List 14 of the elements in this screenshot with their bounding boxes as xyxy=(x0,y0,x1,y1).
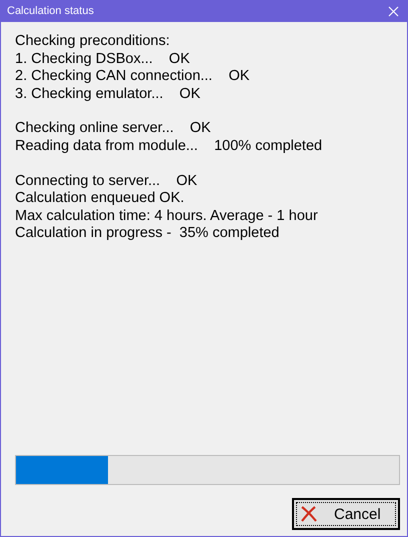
window-title: Calculation status xyxy=(7,5,94,17)
status-line: Reading data from module... 100% completed xyxy=(15,138,324,156)
status-line: 3. Checking emulator... OK xyxy=(15,86,202,104)
status-line: Checking preconditions: xyxy=(15,33,171,51)
cancel-button[interactable]: Cancel xyxy=(292,498,400,530)
cross-icon xyxy=(300,506,318,522)
status-line: Max calculation time: 4 hours. Average - 1 hour xyxy=(15,208,319,226)
close-icon[interactable] xyxy=(388,6,399,16)
status-line: Connecting to server... OK xyxy=(15,172,198,190)
status-line: Calculation in progress - 35% completed xyxy=(15,225,280,243)
status-line: 2. Checking CAN connection... OK xyxy=(15,68,251,86)
status-line: Calculation enqueued OK. xyxy=(15,190,186,208)
status-line: 1. Checking DSBox... OK xyxy=(15,50,191,68)
status-line: Checking online server... OK xyxy=(15,120,212,138)
